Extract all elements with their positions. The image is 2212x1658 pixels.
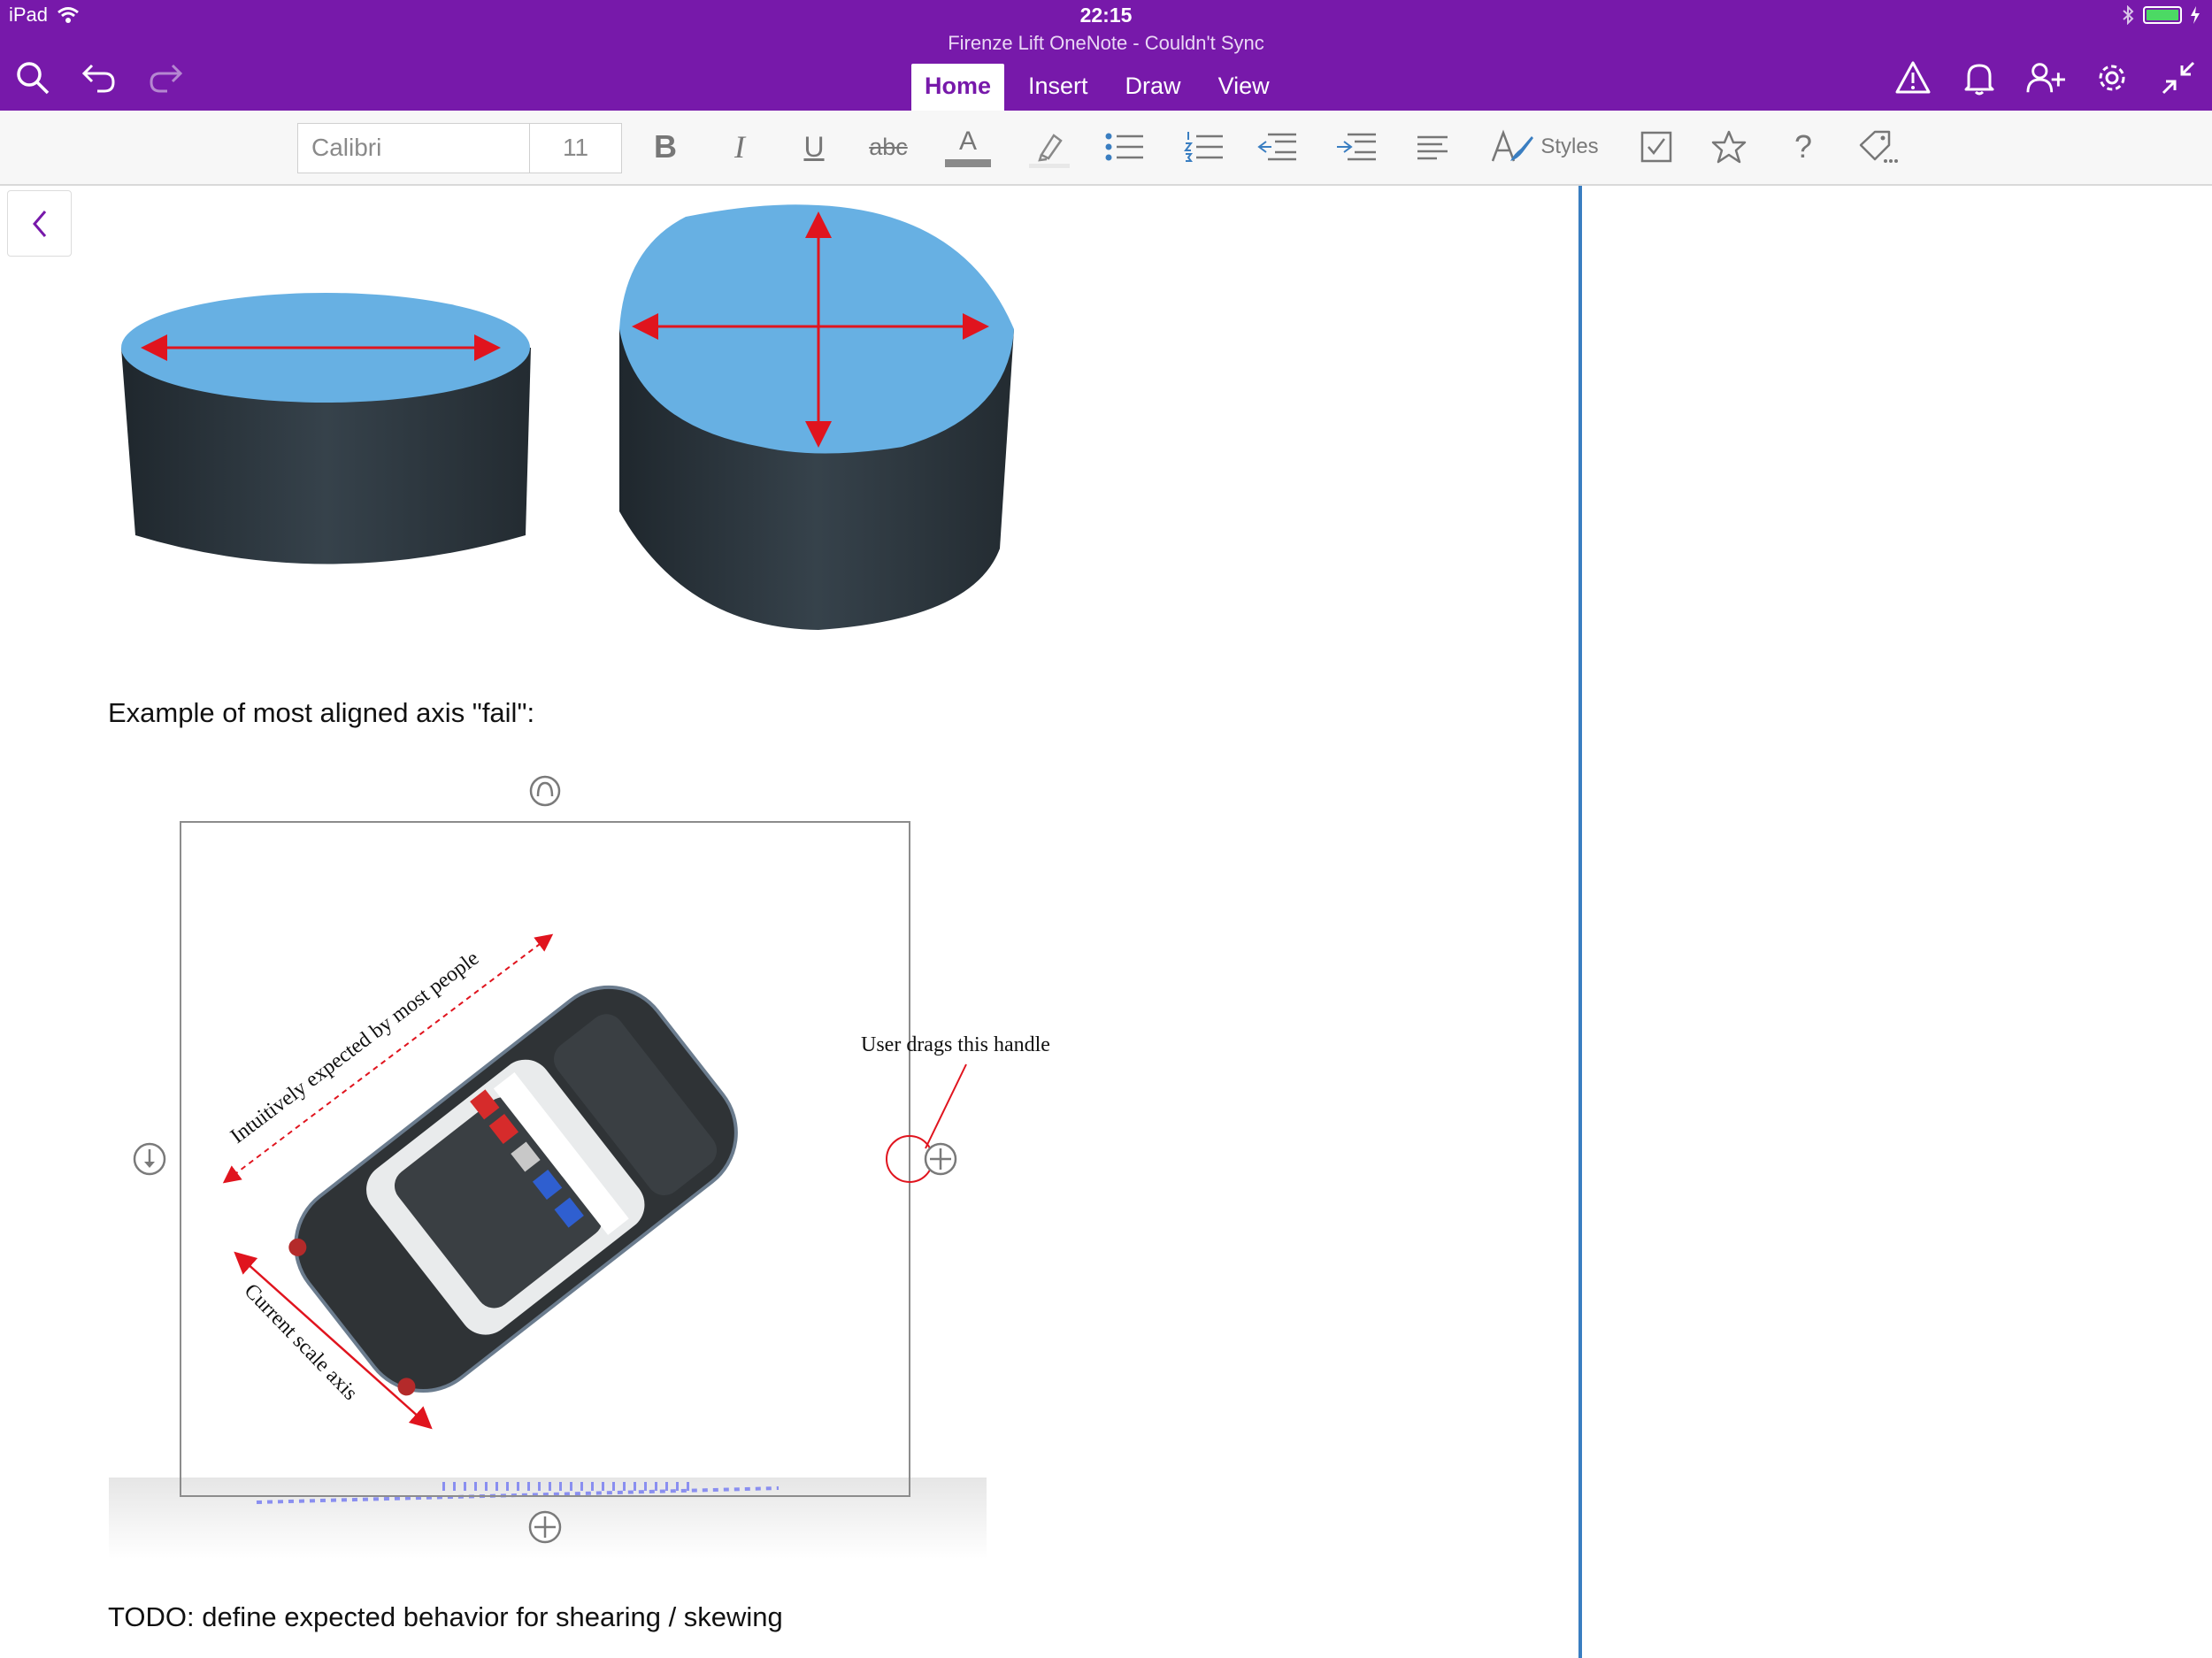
charging-icon (2191, 6, 2200, 24)
police-car-image (288, 985, 738, 1396)
todo-checkbox-button[interactable] (1637, 122, 1676, 172)
align-button[interactable] (1414, 122, 1451, 172)
highlighter-button[interactable] (1026, 122, 1072, 172)
status-bar-right (2122, 5, 2200, 25)
outdent-button[interactable] (1255, 122, 1299, 172)
bluetooth-icon (2123, 5, 2134, 25)
tab-view[interactable]: View (1205, 64, 1283, 111)
font-color-button[interactable]: A (943, 122, 993, 172)
undo-icon[interactable] (80, 58, 119, 97)
add-person-icon[interactable] (2026, 58, 2065, 97)
styles-icon (1492, 129, 1534, 162)
font-picker[interactable]: Calibri 11 (297, 123, 622, 173)
collapse-icon[interactable] (2159, 58, 2198, 97)
align-icon (1417, 135, 1448, 160)
styles-label: Styles (1540, 134, 1599, 158)
indent-icon (1337, 133, 1376, 161)
redo-icon[interactable] (146, 58, 185, 97)
page-divider (1578, 186, 1582, 1658)
page-canvas: Intuitively expected by most people Curr… (109, 204, 1050, 1559)
underline-button[interactable]: U (793, 122, 835, 172)
outdent-icon (1257, 133, 1296, 161)
bold-icon: B (654, 128, 677, 165)
right-scale-handle[interactable] (924, 1142, 957, 1176)
rotate-handle[interactable] (529, 775, 561, 807)
strikethrough-icon: abc (869, 133, 908, 160)
caption-todo: TODO: define expected behavior for shear… (108, 1601, 783, 1632)
numbered-list-icon (1184, 132, 1223, 162)
todo-checkbox-icon (1640, 131, 1672, 163)
tag-icon (1859, 130, 1898, 163)
highlighter-icon (1029, 134, 1070, 168)
cylinder-flat-illustration (121, 293, 531, 564)
gear-icon[interactable] (2093, 58, 2131, 97)
italic-button[interactable]: I (718, 122, 761, 172)
bullet-list-button[interactable] (1102, 122, 1147, 172)
ribbon-tabs: Home Insert Draw View (911, 64, 1294, 111)
styles-button[interactable]: Styles (1486, 122, 1603, 172)
tab-insert[interactable]: Insert (1015, 64, 1102, 111)
cylinder-tall-illustration (619, 204, 1014, 630)
help-button[interactable]: ? (1786, 122, 1821, 172)
underline-icon: U (803, 130, 825, 163)
tab-draw[interactable]: Draw (1112, 64, 1194, 111)
left-scale-handle[interactable] (133, 1142, 166, 1176)
star-button[interactable] (1709, 122, 1748, 172)
app-header: iPad 22:15 Firenze Lift OneNote - Couldn… (0, 0, 2212, 111)
document-title: Firenze Lift OneNote - Couldn't Sync (948, 32, 1264, 54)
star-icon (1711, 130, 1747, 164)
font-size-field[interactable]: 11 (530, 124, 621, 173)
battery-icon (2143, 6, 2182, 24)
bullet-list-icon (1105, 133, 1143, 161)
help-icon: ? (1793, 128, 1813, 165)
indent-button[interactable] (1334, 122, 1379, 172)
strikethrough-button[interactable]: abc (865, 122, 911, 172)
italic-icon: I (734, 129, 745, 165)
handle-note-label: User drags this handle (861, 1033, 1050, 1056)
numbered-list-button[interactable] (1182, 122, 1226, 172)
handle-note-leader (925, 1063, 967, 1149)
font-color-icon: A (958, 126, 977, 156)
bottom-scale-handle[interactable] (528, 1510, 562, 1544)
search-icon[interactable] (13, 58, 52, 97)
selected-image[interactable]: Intuitively expected by most people Curr… (109, 821, 1050, 1559)
warning-icon[interactable] (1893, 58, 1932, 97)
tab-home[interactable]: Home (911, 64, 1005, 111)
bell-icon[interactable] (1960, 58, 1999, 97)
bold-button[interactable]: B (644, 122, 687, 172)
status-time: 22:15 (1079, 4, 1133, 27)
font-name-field[interactable]: Calibri (298, 124, 530, 173)
caption-fail: Example of most aligned axis "fail": (108, 697, 535, 728)
tag-button[interactable] (1856, 122, 1899, 172)
